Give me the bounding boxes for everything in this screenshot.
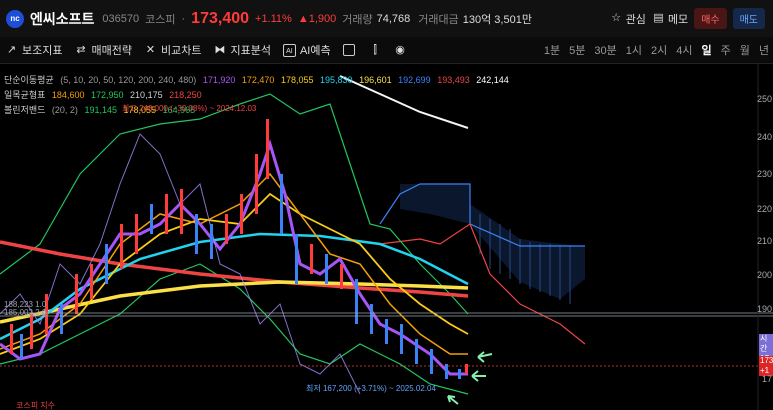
tf-2h[interactable]: 2시 — [651, 42, 667, 58]
candle-group — [10, 119, 468, 379]
bollinger-upper — [0, 93, 469, 315]
axis-tick: 250 — [756, 94, 772, 104]
stock-header: nc 엔씨소프트 036570 코스피 · 173,400 +1.11% ▲1,… — [0, 0, 773, 37]
ichimoku-legend: 일목균형표 184,600 172,950 210,175 218,250 — [4, 88, 206, 101]
lagging-span — [0, 133, 361, 395]
memo-label: 메모 — [667, 13, 689, 26]
compare-label: 비교차트 — [160, 45, 202, 57]
axis-tick: 240 — [756, 132, 772, 142]
ichimoku-value: 172,950 — [90, 90, 124, 100]
chart-toolbar: ↗ 보조지표 ⇄ 매매전략 ✕ 비교차트 ⧓ 지표분석 AI AI예측 ⫿ ◉ … — [0, 37, 773, 64]
ichimoku-value: 184,600 — [51, 90, 85, 100]
bollinger-value: 191,145 — [84, 105, 117, 115]
ma10-line — [0, 172, 468, 355]
stock-code: 036570 — [102, 12, 140, 25]
tf-4h[interactable]: 4시 — [676, 42, 692, 58]
compare-button[interactable]: ✕ 비교차트 — [144, 42, 202, 58]
tf-week[interactable]: 주 — [721, 42, 731, 58]
ma-value: 178,055 — [280, 75, 314, 85]
market-name: 코스피 — [145, 13, 176, 26]
high-annotation: 최고 248,000 (−30.08%) ~ 2024.12.03 — [122, 104, 257, 113]
ma-legend-label: 단순이동평균 — [4, 75, 54, 85]
axis-tick: 210 — [756, 236, 772, 246]
ma-value: 242,144 — [476, 75, 509, 85]
ma-value: 172,470 — [241, 75, 275, 85]
ma-legend-params: (5, 10, 20, 50, 120, 200, 240, 480) — [60, 75, 197, 85]
analysis-label: 지표분석 — [230, 45, 271, 57]
watch-label: 관심 — [625, 13, 646, 26]
company-logo: nc — [6, 9, 24, 28]
ma-value: 192,699 — [398, 75, 431, 85]
compare-icon: ✕ — [145, 43, 156, 56]
ma-value: 196,601 — [359, 75, 392, 85]
amount-label: 거래대금 — [418, 13, 459, 26]
ma-value: 193,493 — [437, 75, 470, 85]
level-annotation-2: 185,002 2.0 — [4, 308, 47, 317]
ichimoku-value: 210,175 — [130, 90, 163, 100]
index-label: 코스피 지수 — [16, 401, 56, 410]
axis-tick: 200 — [756, 270, 772, 280]
timeframe-tabs: 1분 5분 30분 1시 2시 4시 일 주 월 년 — [544, 42, 769, 58]
memo-button[interactable]: ▤ 메모 — [652, 11, 688, 27]
strategy-label: 매매전략 — [91, 45, 132, 57]
indicator-icon: ↗ — [6, 43, 17, 56]
low-annotation: 최저 167,200 (+3.71%) ~ 2025.02.04 — [306, 384, 436, 393]
bollinger-params: (20, 2) — [51, 105, 78, 115]
strategy-icon: ⇄ — [76, 43, 86, 56]
amount-value: 130억 3,501만 — [462, 13, 532, 26]
ai-icon: AI — [282, 43, 296, 57]
indicator-label: 보조지표 — [22, 45, 63, 57]
sell-button[interactable]: 매도 — [732, 8, 765, 29]
buy-button[interactable]: 매수 — [694, 8, 727, 29]
current-price: 173,400 — [191, 9, 250, 27]
change-amount: ▲1,900 — [297, 12, 337, 25]
strategy-button[interactable]: ⇄ 매매전략 — [74, 42, 132, 58]
price-tag-value: 173 — [760, 356, 773, 365]
ichimoku-label: 일목균형표 — [4, 90, 46, 100]
axis-tick: 220 — [756, 204, 772, 214]
axis-tick: 17 — [761, 374, 772, 384]
ma-value: 195,830 — [320, 75, 353, 85]
tf-5min[interactable]: 5분 — [569, 42, 585, 58]
ichimoku-value: 218,250 — [169, 90, 202, 100]
analysis-icon: ⧓ — [214, 43, 226, 56]
tf-month[interactable]: 월 — [740, 42, 750, 58]
stock-name[interactable]: 엔씨소프트 — [30, 9, 94, 29]
indicator-button[interactable]: ↗ 보조지표 — [5, 42, 63, 58]
ai-predict-label: AI예측 — [299, 45, 331, 57]
tf-1min[interactable]: 1분 — [544, 42, 560, 58]
axis-tick: 230 — [756, 169, 772, 179]
price-tag: 173 +1 — [759, 356, 773, 376]
tf-30min[interactable]: 30분 — [594, 42, 616, 58]
time-tag-label: 시간 — [760, 334, 768, 353]
analysis-button[interactable]: ⧓ 지표분석 — [213, 42, 270, 58]
divider: · — [181, 12, 186, 25]
ma-value: 171,920 — [202, 75, 236, 85]
candle-type-icon[interactable]: ⫿ — [369, 44, 382, 57]
arrow-marks — [447, 351, 493, 405]
price-chart[interactable]: 단순이동평균 (5, 10, 20, 50, 120, 200, 240, 48… — [0, 64, 773, 410]
tf-year[interactable]: 년 — [759, 42, 769, 58]
watch-button[interactable]: ☆ 관심 — [610, 11, 646, 27]
ma-legend: 단순이동평균 (5, 10, 20, 50, 120, 200, 240, 48… — [4, 73, 513, 86]
tf-day[interactable]: 일 — [702, 42, 712, 58]
camera-icon[interactable]: ◉ — [394, 44, 407, 57]
change-percent: +1.11% — [255, 12, 292, 25]
volume-value: 74,768 — [376, 12, 411, 25]
axis-tick: 190 — [756, 304, 772, 314]
volume-label: 거래량 — [342, 13, 373, 26]
star-icon: ☆ — [611, 12, 622, 24]
tf-1h[interactable]: 1시 — [626, 42, 642, 58]
ai-predict-button[interactable]: AI AI예측 — [282, 42, 331, 58]
bollinger-label: 볼린저밴드 — [4, 105, 46, 115]
memo-icon: ▤ — [653, 12, 664, 24]
fullscreen-icon[interactable] — [342, 44, 355, 56]
